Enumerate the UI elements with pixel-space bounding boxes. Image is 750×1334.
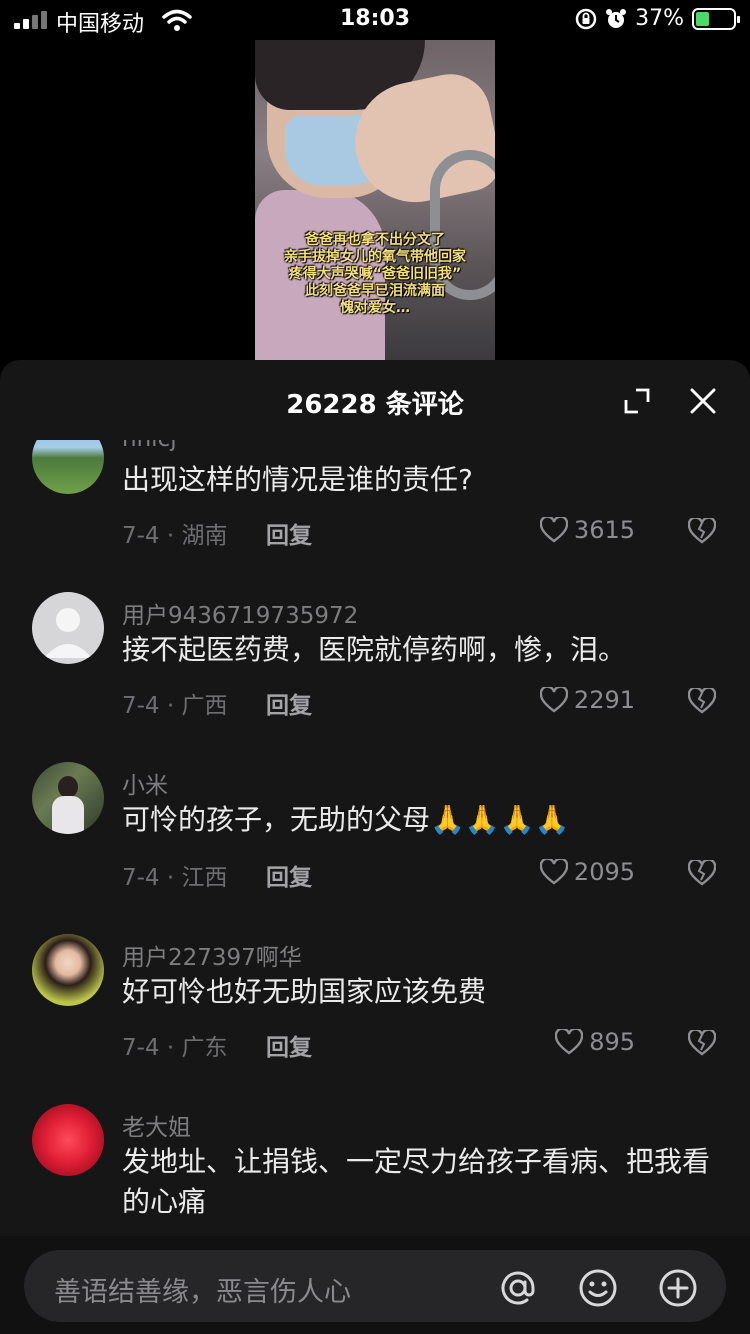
reply-button[interactable]: 回复 <box>266 516 312 550</box>
rotation-lock-icon <box>575 8 597 29</box>
reply-button[interactable]: 回复 <box>266 858 312 892</box>
battery-fill <box>696 11 709 26</box>
comment-date-location: 7-4 · 广东 <box>122 1035 228 1061</box>
comment-input-bar: 善语结善缘，恶言伤人心 <box>0 1236 750 1334</box>
video-player[interactable]: 爸爸再也拿不出分文了 亲手拔掉女儿的氧气带他回家 疼得大声哭喊“爸爸旧旧我” 此… <box>255 40 495 360</box>
comment-username[interactable]: 老大姐 <box>122 1108 191 1142</box>
dislike-icon[interactable] <box>688 518 716 544</box>
comment-sheet: 26228 条评论 nnicj 出现这样的情况是谁的责任? 7-4 · 湖南 回… <box>0 360 750 1334</box>
comment-input[interactable]: 善语结善缘，恶言伤人心 <box>24 1250 726 1322</box>
close-icon[interactable] <box>690 388 716 414</box>
avatar[interactable] <box>32 440 104 494</box>
comment-username[interactable]: 用户9436719735972 <box>122 596 358 630</box>
comment-date-location: 7-4 · 江西 <box>122 865 228 891</box>
dislike-icon[interactable] <box>688 1030 716 1056</box>
default-user-icon <box>44 608 92 658</box>
comment-input-placeholder: 善语结善缘，恶言伤人心 <box>54 1277 351 1308</box>
like-button[interactable]: 2291 <box>539 686 635 714</box>
dislike-icon[interactable] <box>688 860 716 886</box>
battery-nub <box>737 15 740 23</box>
comment-date-location: 7-4 · 广西 <box>122 693 228 719</box>
status-right: 37% <box>575 6 740 31</box>
avatar-figure-head <box>58 776 78 798</box>
caption-line: 愧对爱女… <box>340 300 410 316</box>
comment-text: 发地址、让捐钱、一定尽力给孩子看病、把我看的心痛 <box>122 1145 711 1218</box>
heart-icon <box>555 1029 584 1055</box>
comment-username[interactable]: 用户227397啊华 <box>122 938 302 972</box>
emoji-icon[interactable] <box>578 1268 618 1308</box>
expand-icon[interactable] <box>624 388 650 414</box>
caption-line: 爸爸再也拿不出分文了 <box>305 232 445 248</box>
like-count: 895 <box>589 1028 635 1056</box>
comment-username[interactable]: 小米 <box>122 766 168 800</box>
avatar[interactable] <box>32 592 104 664</box>
avatar[interactable] <box>32 934 104 1006</box>
alarm-icon <box>606 8 627 28</box>
battery-icon <box>692 7 740 30</box>
reply-button[interactable]: 回复 <box>266 1028 312 1062</box>
caption-line: 疼得大声哭喊“爸爸旧旧我” <box>288 266 462 282</box>
avatar-figure-body <box>52 796 84 834</box>
like-count: 3615 <box>573 516 635 544</box>
like-count: 2095 <box>573 858 635 886</box>
avatar[interactable] <box>32 1104 104 1176</box>
comment-list[interactable]: nnicj 出现这样的情况是谁的责任? 7-4 · 湖南 回复 3615 用户9… <box>0 440 750 1236</box>
video-caption: 爸爸再也拿不出分文了 亲手拔掉女儿的氧气带他回家 疼得大声哭喊“爸爸旧旧我” 此… <box>255 232 495 317</box>
comment-text: 好可怜也好无助国家应该免费 <box>122 975 487 1008</box>
reply-button[interactable]: 回复 <box>266 686 312 720</box>
at-icon[interactable] <box>498 1268 538 1308</box>
dislike-icon[interactable] <box>688 688 716 714</box>
heart-icon <box>539 517 568 543</box>
comment-text: 可怜的孩子，无助的父母🙏🙏🙏🙏 <box>122 803 570 836</box>
plus-icon[interactable] <box>658 1268 698 1308</box>
comment-username[interactable]: nnicj <box>122 440 177 452</box>
avatar[interactable] <box>32 762 104 834</box>
like-button[interactable]: 3615 <box>539 516 635 544</box>
status-bar: 中国移动 18:03 37% <box>0 0 750 40</box>
heart-icon <box>539 687 568 713</box>
caption-line: 亲手拔掉女儿的氧气带他回家 <box>284 249 466 265</box>
like-button[interactable]: 2095 <box>539 858 635 886</box>
comment-text: 接不起医药费，医院就停药啊，惨，泪。 <box>122 633 627 666</box>
like-button[interactable]: 895 <box>555 1028 635 1056</box>
like-count: 2291 <box>573 686 635 714</box>
battery-percent: 37% <box>635 6 684 31</box>
heart-icon <box>539 859 568 885</box>
comment-date-location: 7-4 · 湖南 <box>122 523 228 549</box>
comment-text: 出现这样的情况是谁的责任? <box>122 463 473 496</box>
caption-line: 此刻爸爸早已泪流满面 <box>305 283 445 299</box>
